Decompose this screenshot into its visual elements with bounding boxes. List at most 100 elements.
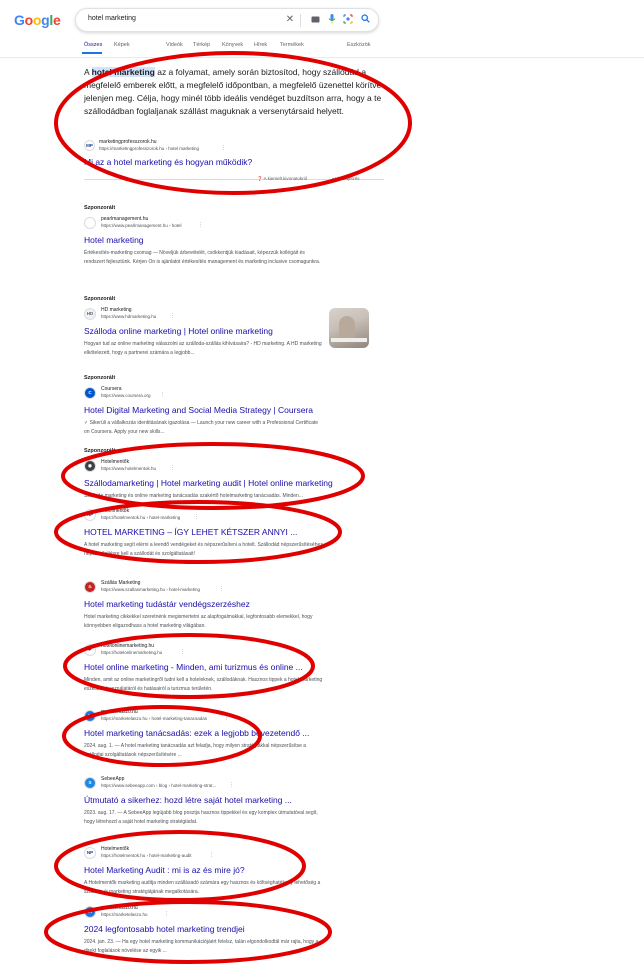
site-url: https://www.hotelmentok.hu — [101, 466, 157, 471]
search-result: Szponzorált ◉ Hotelmentők https://www.ho… — [84, 448, 384, 501]
result-source[interactable]: M marketelaszo.hu https://marketelaszo.h… — [84, 709, 384, 725]
featured-source[interactable]: MP marketingprofesszorok.hu https://mark… — [84, 138, 284, 156]
result-title-link[interactable]: 2024 legfontosabb hotel marketing trendj… — [84, 924, 384, 934]
result-source[interactable]: ♨ Szállás Marketing https://www.szallasm… — [84, 580, 384, 596]
person-figure — [339, 316, 355, 340]
result-source[interactable]: C Coursera https://www.coursera.org ⋮ — [84, 386, 384, 402]
about-featured-snippets-link[interactable]: ❓ A kiemelt kivonatokról — [257, 176, 307, 182]
site-favicon: P — [84, 644, 96, 656]
site-url: https://marketelaszo.hu › hotel-marketin… — [101, 716, 208, 721]
more-options-icon[interactable]: ⋮ — [164, 911, 169, 917]
result-title-link[interactable]: Hotel online marketing - Minden, ami tur… — [84, 662, 384, 672]
result-source[interactable]: NP Hotelmentők https://hotelmentok.hu › … — [84, 846, 384, 862]
site-url: https://hotelonlinemarketing.hu — [101, 650, 163, 655]
feedback-link[interactable]: ▪ Visszajelzés — [332, 176, 360, 181]
site-favicon: S — [84, 777, 96, 789]
sponsored-label: Szponzorált — [84, 296, 116, 302]
site-url: https://hotelmentok.hu › hotel-marketing… — [101, 853, 192, 858]
search-input[interactable]: hotel marketing — [88, 15, 136, 22]
keyboard-icon[interactable] — [309, 14, 321, 26]
tab-images[interactable]: Képek — [114, 42, 130, 48]
featured-title-link[interactable]: Mi az a hotel marketing és hogyan működi… — [84, 157, 252, 167]
logo-letter: o — [32, 12, 42, 28]
tab-all[interactable]: Összes — [84, 42, 102, 48]
site-favicon: ◉ — [84, 460, 96, 472]
result-title-link[interactable]: Szállodamarketing | Hotel marketing audi… — [84, 478, 384, 488]
search-result: NP Hotelmentők https://hotelmentok.hu › … — [84, 846, 384, 896]
more-options-icon[interactable]: ⋮ — [194, 514, 199, 520]
more-options-icon[interactable]: ⋮ — [180, 649, 185, 655]
result-title-link[interactable]: Hotel Marketing Audit : mi is az és mire… — [84, 865, 384, 875]
search-result: NP Hotelmentők https://hotelmentok.hu › … — [84, 508, 384, 558]
more-options-icon[interactable]: ⋮ — [209, 852, 214, 858]
search-result: M marketelaszo.hu https://marketelaszo.h… — [84, 905, 384, 955]
search-box[interactable]: hotel marketing ✕ — [75, 8, 379, 32]
header-divider — [0, 57, 644, 58]
feedback-icon: ▪ — [332, 176, 334, 181]
site-name: Hotelmentők — [101, 508, 130, 514]
result-title-link[interactable]: Útmutató a sikerhez: hozd létre saját ho… — [84, 795, 384, 805]
site-url: https://www.sebeeapp.com › blog › hotel-… — [101, 783, 217, 788]
more-options-icon[interactable]: ⋮ — [229, 782, 234, 788]
lens-icon[interactable] — [342, 14, 354, 26]
active-tab-indicator — [82, 52, 102, 54]
site-url: https://marketelaszo.hu — [101, 912, 148, 917]
search-result: S SebeeApp https://www.sebeeapp.com › bl… — [84, 776, 384, 826]
site-name: Hotelmentők — [101, 846, 130, 852]
site-favicon: HD — [84, 308, 96, 320]
logo-letter: G — [14, 12, 25, 28]
search-tabs: Összes Képek Videók Térkép Könyvek Hírek… — [84, 42, 384, 54]
fs-text-highlight: hotel marketing — [91, 67, 155, 77]
fs-text-start: A — [84, 67, 92, 77]
result-source[interactable]: P hotelonlinemarketing.hu https://hotelo… — [84, 643, 384, 659]
more-options-icon[interactable]: ⋮ — [198, 222, 203, 228]
tools-button[interactable]: Eszközök — [347, 42, 371, 48]
tab-books[interactable]: Könyvek — [222, 42, 243, 48]
mic-icon[interactable] — [326, 14, 338, 26]
help-icon: ❓ — [257, 176, 263, 181]
google-logo[interactable]: Google — [14, 12, 61, 28]
logo-letter: e — [52, 12, 61, 28]
result-title-link[interactable]: Hotel marketing tanácsadás: ezek a legjo… — [84, 728, 384, 738]
site-url: https://www.szallasmarketing.hu › hotel-… — [101, 587, 201, 592]
result-snippet: Szálloda marketing és online marketing t… — [84, 493, 304, 499]
site-favicon — [84, 217, 96, 229]
result-title-link[interactable]: Hotel marketing tudástár vendégszerzéshe… — [84, 599, 384, 609]
tab-news[interactable]: Hírek — [254, 42, 267, 48]
result-source[interactable]: S SebeeApp https://www.sebeeapp.com › bl… — [84, 776, 384, 792]
result-source[interactable]: ◉ Hotelmentők https://www.hotelmentok.hu… — [84, 459, 384, 475]
more-options-icon[interactable]: ⋮ — [224, 715, 229, 721]
more-options-icon[interactable]: ⋮ — [170, 313, 175, 319]
tab-products[interactable]: Termékek — [280, 42, 304, 48]
site-favicon: M — [84, 710, 96, 722]
result-title-link[interactable]: HOTEL MARKETING – ÍGY LEHET KÉTSZER ANNY… — [84, 527, 384, 537]
more-options-icon[interactable]: ⋮ — [219, 586, 224, 592]
result-snippet: 2024. aug. 1. — A hotel marketing tanács… — [84, 743, 307, 758]
tab-maps[interactable]: Térkép — [193, 42, 210, 48]
result-thumbnail[interactable] — [329, 308, 369, 348]
search-result: P hotelonlinemarketing.hu https://hotelo… — [84, 643, 384, 693]
site-url: https://marketingprofesszorok.hu › hotel… — [99, 146, 200, 151]
search-icon[interactable] — [359, 14, 371, 26]
featured-snippet: A hotel marketing az a folyamat, amely s… — [84, 66, 384, 118]
sponsored-label: Szponzorált — [84, 375, 116, 381]
search-result: M marketelaszo.hu https://marketelaszo.h… — [84, 709, 384, 759]
site-name: hotelonlinemarketing.hu — [101, 643, 155, 649]
more-options-icon[interactable]: ⋮ — [170, 465, 175, 471]
site-name: Szállás Marketing — [101, 580, 141, 586]
result-source[interactable]: M marketelaszo.hu https://marketelaszo.h… — [84, 905, 384, 921]
site-name: marketelaszo.hu — [101, 905, 138, 911]
more-options-icon[interactable]: ⋮ — [160, 392, 165, 398]
result-title-link[interactable]: Hotel marketing — [84, 235, 384, 245]
more-options-icon[interactable]: ⋮ — [221, 145, 226, 151]
site-url: https://www.coursera.org — [101, 393, 151, 398]
close-icon[interactable]: ✕ — [284, 14, 296, 26]
result-source[interactable]: pearlmanagement.hu https://www.pearlmana… — [84, 216, 384, 232]
result-snippet: A hotel marketing segít elérni a leendő … — [84, 542, 323, 557]
result-title-link[interactable]: Hotel Digital Marketing and Social Media… — [84, 405, 384, 415]
site-favicon: MP — [84, 140, 95, 151]
logo-letter: g — [41, 12, 50, 28]
tab-videos[interactable]: Videók — [166, 42, 183, 48]
site-name: Hotelmentők — [101, 459, 130, 465]
result-source[interactable]: NP Hotelmentők https://hotelmentok.hu › … — [84, 508, 384, 524]
